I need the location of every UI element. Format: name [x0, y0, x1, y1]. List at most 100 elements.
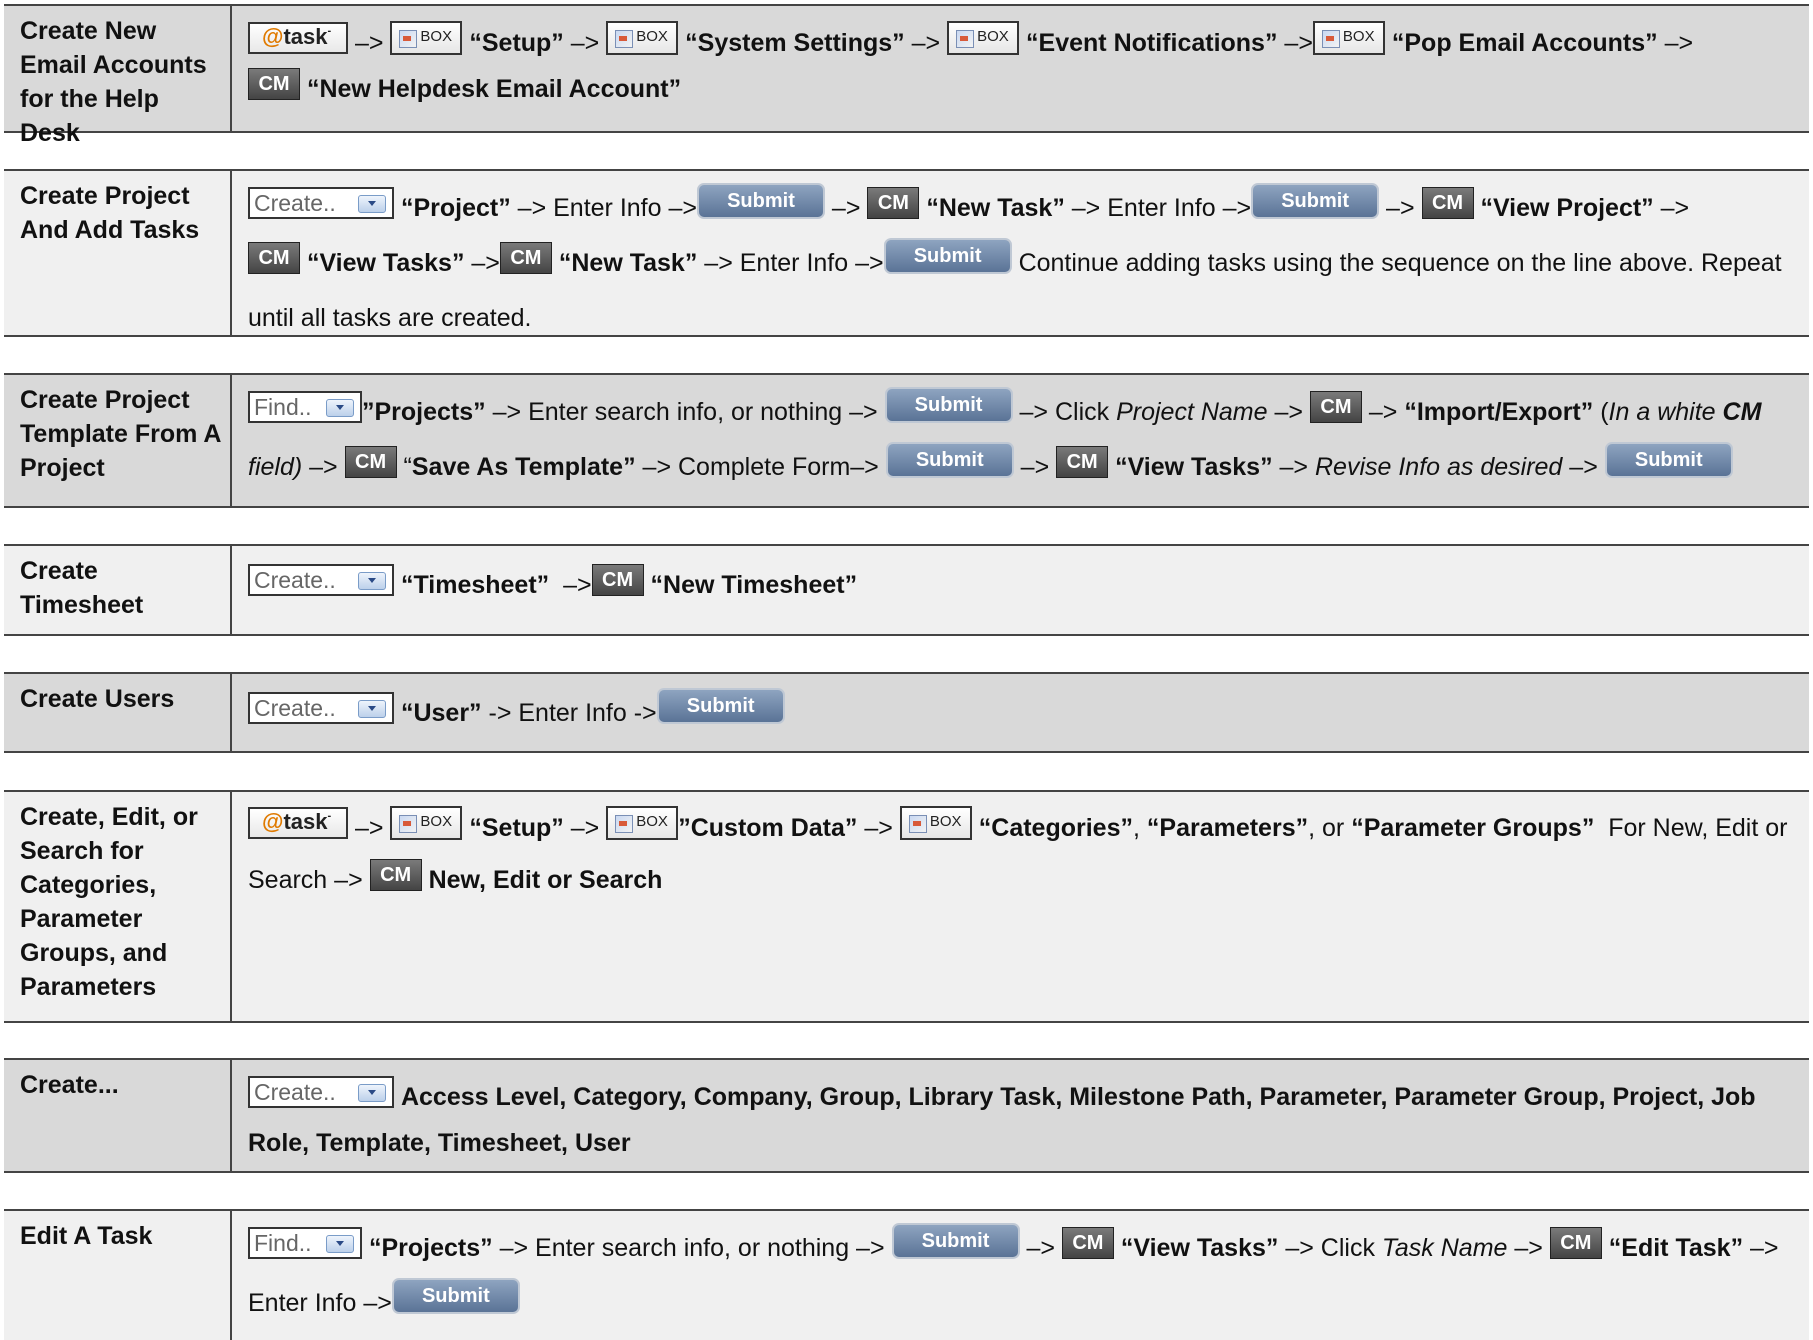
box-button: BOX: [947, 21, 1020, 56]
page: { "widgets": { "atask_text": "task", "at…: [0, 0, 1813, 1340]
step-click: Click: [1320, 1234, 1375, 1262]
submit-button: Submit: [391, 1278, 520, 1315]
box-image-icon: [908, 815, 927, 834]
row-label: Create, Edit, or Search for Categories, …: [4, 792, 232, 1021]
submit-button: Submit: [1604, 442, 1733, 479]
step-complete-form: Complete Form: [678, 453, 851, 481]
step-enter-info: Enter Info: [553, 194, 662, 222]
cm-button: CM: [248, 242, 300, 275]
cm-button: CM: [344, 446, 397, 479]
step-new-helpdesk: “New Helpdesk Email Account”: [306, 75, 682, 103]
step-new-timesheet: “New Timesheet”: [650, 571, 858, 599]
step-categories: “Categories”: [978, 814, 1133, 842]
submit-button: Submit: [656, 688, 785, 725]
step-setup: “Setup”: [469, 29, 564, 57]
cm-button: CM: [591, 564, 644, 597]
find-dropdown: Find..: [248, 1227, 362, 1260]
cm-button: CM: [369, 859, 422, 892]
step-system-settings: “System Settings”: [685, 29, 905, 57]
box-image-icon: [399, 30, 418, 49]
step-event-notifications: “Event Notifications”: [1026, 29, 1278, 57]
box-image-icon: [956, 30, 975, 49]
step-project: “Project”: [400, 194, 511, 222]
step-timesheet: “Timesheet”: [400, 571, 550, 599]
row-create-timesheet: Create Timesheet Create.. “Timesheet” –>…: [4, 544, 1809, 636]
step-save-as-template: Save As Template”: [411, 453, 636, 481]
chevron-down-icon: [326, 399, 354, 418]
step-view-tasks: “View Tasks”: [1115, 453, 1273, 481]
box-button: BOX: [606, 806, 679, 841]
step-import-export: “Import/Export”: [1404, 398, 1594, 426]
cm-button: CM: [867, 187, 920, 220]
cm-button: CM: [499, 242, 552, 275]
step-projects: “Projects”: [368, 1234, 493, 1262]
box-image-icon: [1321, 30, 1340, 49]
row-create-users: Create Users Create.. “User” -> Enter In…: [4, 672, 1809, 753]
row-label: Create Project Template From A Project: [4, 375, 232, 506]
atask-logo-button: @task-: [248, 22, 348, 55]
step-new-edit-search: New, Edit or Search: [428, 866, 663, 894]
row-label: Create Project And Add Tasks: [4, 171, 232, 335]
submit-button: Submit: [883, 238, 1012, 275]
row-steps: Create.. Access Level, Category, Company…: [232, 1060, 1809, 1171]
row-steps: @task- –> BOX “Setup” –> BOX “System Set…: [232, 6, 1809, 131]
chevron-down-icon: [358, 195, 386, 214]
step-setup: “Setup”: [469, 814, 564, 842]
step-parameters: “Parameters”: [1146, 814, 1309, 842]
box-button: BOX: [390, 21, 463, 56]
atask-logo-button: @task-: [248, 807, 348, 840]
box-image-icon: [615, 815, 634, 834]
chevron-down-icon: [358, 700, 386, 719]
create-dropdown: Create..: [248, 1076, 394, 1109]
row-label: Edit A Task: [4, 1211, 232, 1340]
step-custom-data: ”Custom Data”: [678, 814, 858, 842]
step-edit-task: “Edit Task”: [1608, 1234, 1744, 1262]
create-dropdown: Create..: [248, 564, 394, 597]
row-label: Create...: [4, 1060, 232, 1171]
cm-button: CM: [1549, 1227, 1602, 1260]
step-projects: ”Projects”: [362, 398, 486, 426]
step-task-name: Task Name: [1381, 1234, 1508, 1262]
note-field: field): [248, 453, 303, 481]
cm-button: CM: [1061, 1227, 1114, 1260]
step-user: “User”: [400, 699, 482, 727]
box-button: BOX: [606, 21, 679, 56]
box-image-icon: [399, 815, 418, 834]
cm-button: CM: [1309, 391, 1362, 424]
row-edit-task: Edit A Task Find.. “Projects” –> Enter s…: [4, 1209, 1809, 1340]
step-project-name: Project Name: [1116, 398, 1268, 426]
step-view-tasks: “View Tasks”: [306, 249, 465, 277]
step-parameter-groups: “Parameter Groups”: [1351, 814, 1595, 842]
chevron-down-icon: [358, 572, 386, 591]
row-steps: @task- –> BOX “Setup” –> BOX ”Custom Data…: [232, 792, 1809, 1021]
chevron-down-icon: [358, 1084, 386, 1103]
row-steps: Find.. ”Projects” –> Enter search info, o…: [232, 375, 1809, 506]
step-revise: Revise Info as desired: [1314, 453, 1563, 481]
step-new-task: “New Task”: [926, 194, 1065, 222]
row-steps: Create.. “Timesheet” –> CM “New Timesheet…: [232, 546, 1809, 634]
row-label: Create Users: [4, 674, 232, 751]
box-button: BOX: [899, 806, 972, 841]
step-enter-search: Enter search info, or nothing: [535, 1234, 850, 1262]
submit-button: Submit: [891, 1223, 1020, 1260]
step-enter-info: Enter Info: [248, 1289, 357, 1317]
row-label: Create New Email Accounts for the Help D…: [4, 6, 232, 147]
step-enter-info: Enter Info: [739, 249, 849, 277]
step-view-tasks: “View Tasks”: [1120, 1234, 1279, 1262]
chevron-down-icon: [326, 1235, 354, 1254]
row-steps: Create.. “User” -> Enter Info -> Submit: [232, 674, 1809, 751]
note-in-white: In a white: [1608, 398, 1716, 426]
submit-button: Submit: [696, 183, 825, 220]
row-create-project-add-tasks: Create Project And Add Tasks Create.. “P…: [4, 169, 1809, 337]
row-label: Create Timesheet: [4, 546, 232, 634]
create-dropdown: Create..: [248, 187, 394, 220]
continue-note: Continue adding tasks using the sequence…: [248, 249, 1782, 332]
box-button: BOX: [1312, 21, 1385, 56]
step-pop-email: “Pop Email Accounts”: [1391, 29, 1658, 57]
step-enter-info: Enter Info: [518, 699, 627, 727]
step-new-task: “New Task”: [558, 249, 698, 277]
row-create-menu: Create... Create.. Access Level, Categor…: [4, 1058, 1809, 1173]
step-view-project: “View Project”: [1480, 194, 1654, 222]
submit-button: Submit: [884, 387, 1013, 424]
row-create-email-accounts: Create New Email Accounts for the Help D…: [4, 4, 1809, 147]
